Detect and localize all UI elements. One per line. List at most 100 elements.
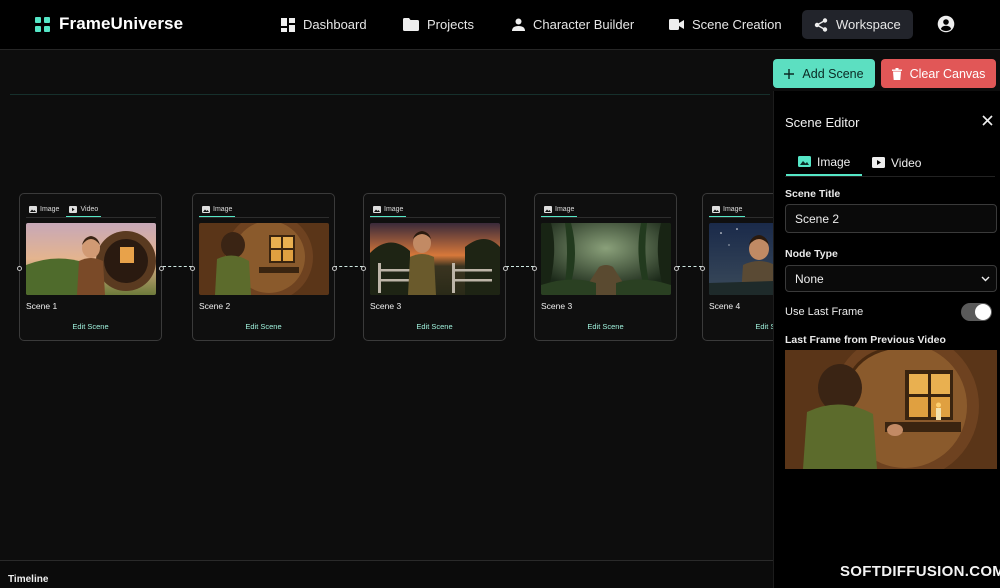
- editor-tab-video[interactable]: Video: [860, 149, 933, 176]
- use-last-frame-label: Use Last Frame: [785, 306, 864, 318]
- image-icon: [373, 205, 381, 213]
- nav-workspace-label: Workspace: [836, 17, 901, 32]
- scene-node-title: Scene 2: [199, 301, 231, 311]
- node-tab-video-label: Video: [80, 205, 99, 213]
- scene-node-title: Scene 1: [26, 301, 58, 311]
- node-type-select[interactable]: None: [785, 265, 997, 292]
- node-tab-image-label: Image: [384, 205, 404, 213]
- node-tabs: Image: [370, 202, 500, 218]
- editor-tab-divider: [785, 176, 995, 177]
- scene-node[interactable]: Image Scene 2 Edit Scene: [190, 193, 337, 341]
- account-button[interactable]: [937, 15, 955, 38]
- image-icon: [29, 206, 37, 213]
- image-icon: [202, 205, 210, 213]
- watermark: SOFTDIFFUSION.COM: [840, 563, 1000, 580]
- edge-2-3: [334, 266, 363, 267]
- clear-canvas-label: Clear Canvas: [909, 66, 986, 81]
- output-port[interactable]: [503, 266, 508, 271]
- node-tabs: Image Video: [26, 202, 156, 218]
- edit-scene-button[interactable]: Edit Scene: [364, 322, 505, 331]
- edge-3-4: [506, 266, 534, 267]
- scene-thumbnail[interactable]: [199, 223, 329, 295]
- node-tabs: Image: [541, 202, 671, 218]
- edit-scene-button[interactable]: Edit Scene: [535, 322, 676, 331]
- nav-scene-creation[interactable]: Scene Creation: [669, 10, 782, 39]
- canvas-divider: [10, 94, 770, 95]
- plus-icon: [784, 68, 795, 79]
- edit-scene-button[interactable]: Edit Scene: [193, 322, 334, 331]
- top-nav-bar: FrameUniverse Dashboard Projects Charact…: [0, 0, 1000, 50]
- scene-node-title: Scene 3: [541, 301, 573, 311]
- scene-thumbnail[interactable]: [370, 223, 500, 295]
- image-icon: [544, 205, 552, 213]
- brand-name: FrameUniverse: [59, 14, 184, 33]
- scene-thumbnail[interactable]: [26, 223, 156, 295]
- edit-scene-button[interactable]: Edit Scene: [20, 322, 161, 331]
- scene-node-title: Scene 3: [370, 301, 402, 311]
- node-tab-image-label: Image: [213, 205, 233, 213]
- add-scene-button[interactable]: Add Scene: [773, 59, 875, 88]
- nav-character-builder-label: Character Builder: [533, 17, 635, 32]
- timeline-label: Timeline: [8, 574, 49, 585]
- node-type-value: None: [795, 271, 824, 286]
- editor-tab-image[interactable]: Image: [786, 149, 863, 176]
- add-scene-label: Add Scene: [802, 66, 864, 81]
- output-port[interactable]: [674, 266, 679, 271]
- scene-node[interactable]: Image Video Scene 1 Edit Scene: [17, 193, 164, 341]
- scene-node[interactable]: Image Scene 3 Edit Scene: [361, 193, 508, 341]
- output-port[interactable]: [332, 266, 337, 271]
- nav-dashboard[interactable]: Dashboard: [281, 10, 367, 39]
- nav-projects[interactable]: Projects: [403, 10, 474, 39]
- video-camera-icon: [669, 19, 684, 30]
- input-port[interactable]: [17, 266, 22, 271]
- input-port[interactable]: [190, 266, 195, 271]
- scene-thumbnail[interactable]: [541, 223, 671, 295]
- scene-title-input[interactable]: [785, 204, 997, 233]
- brand[interactable]: FrameUniverse: [35, 14, 183, 34]
- node-tab-image[interactable]: Image: [541, 202, 578, 217]
- node-tab-image[interactable]: Image: [26, 202, 62, 217]
- person-icon: [512, 18, 525, 31]
- last-frame-label: Last Frame from Previous Video: [785, 334, 946, 346]
- folder-icon: [403, 18, 419, 31]
- use-last-frame-toggle[interactable]: [961, 303, 992, 321]
- clear-canvas-button[interactable]: Clear Canvas: [881, 59, 996, 88]
- node-tabs: Image: [199, 202, 329, 218]
- edge-1-2: [163, 266, 192, 267]
- brand-logo-icon: [35, 16, 50, 32]
- workspace-icon: [814, 17, 828, 32]
- scene-editor-title: Scene Editor: [785, 115, 860, 130]
- image-icon: [712, 205, 720, 213]
- toggle-knob: [975, 304, 991, 320]
- output-port[interactable]: [159, 266, 164, 271]
- nav-character-builder[interactable]: Character Builder: [512, 10, 634, 39]
- close-icon: [982, 115, 993, 126]
- image-icon: [798, 156, 811, 167]
- scene-node[interactable]: Image Scene 3 Edit Scene: [532, 193, 679, 341]
- node-tab-video[interactable]: Video: [66, 202, 102, 217]
- node-tab-image[interactable]: Image: [370, 202, 407, 217]
- node-tab-image-label: Image: [40, 206, 60, 213]
- node-tab-image-label: Image: [723, 205, 743, 213]
- timeline-bar: Timeline: [0, 560, 773, 588]
- trash-icon: [891, 67, 902, 80]
- input-port[interactable]: [700, 266, 705, 271]
- node-tab-image[interactable]: Image: [199, 202, 236, 217]
- nav-workspace[interactable]: Workspace: [802, 10, 913, 39]
- dashboard-icon: [281, 17, 295, 32]
- play-icon: [872, 157, 885, 168]
- play-icon: [69, 205, 78, 213]
- scene-editor-panel: Scene Editor Image Video Scene Title Nod…: [773, 91, 1000, 588]
- nav-dashboard-label: Dashboard: [303, 17, 367, 32]
- nav-projects-label: Projects: [427, 17, 474, 32]
- close-panel-button[interactable]: [982, 115, 993, 129]
- node-tab-image[interactable]: Image: [709, 202, 746, 217]
- input-port[interactable]: [532, 266, 537, 271]
- node-tab-image-label: Image: [555, 205, 575, 213]
- last-frame-preview: [785, 350, 997, 469]
- input-port[interactable]: [361, 266, 366, 271]
- editor-tab-image-label: Image: [817, 154, 851, 169]
- account-circle-icon: [937, 15, 955, 33]
- edge-4-5: [677, 266, 702, 267]
- chevron-down-icon: [981, 276, 990, 282]
